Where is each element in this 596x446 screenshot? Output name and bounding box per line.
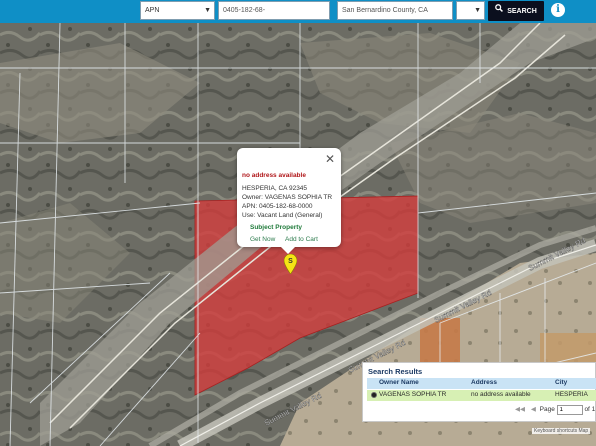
subject-property-link[interactable]: Subject Property	[250, 224, 302, 231]
location-input-value: San Bernardino County, CA	[342, 7, 428, 14]
results-table-header: Owner Name Address City	[367, 378, 596, 389]
extra-select[interactable]: ▼	[456, 1, 485, 20]
column-owner-name[interactable]: Owner Name	[379, 379, 419, 386]
popup-city: HESPERIA, CA 92345	[242, 185, 308, 192]
apn-input[interactable]: 0405-182-68-	[218, 1, 330, 20]
popup-owner: Owner: VAGENAS SOPHIA TR	[242, 194, 333, 201]
row-owner: VAGENAS SOPHIA TR	[379, 391, 447, 398]
popup-apn: APN: 0405-182-68-0000	[242, 203, 313, 210]
popup-use: Use: Vacant Land (General)	[242, 212, 323, 219]
row-address: no address available	[471, 391, 531, 398]
info-icon[interactable]: i	[551, 3, 565, 17]
page-of-label: of 1	[584, 406, 596, 413]
row-city: HESPERIA	[555, 391, 588, 398]
results-pager: ◀◀ ◀ Page of 1	[513, 405, 595, 415]
apn-input-value: 0405-182-68-	[223, 7, 266, 14]
page-number-input[interactable]	[556, 405, 583, 415]
search-results-heading: Search Results	[368, 367, 423, 376]
row-select-radio[interactable]	[371, 392, 377, 398]
search-type-select[interactable]: APN ▼	[140, 1, 215, 20]
column-city[interactable]: City	[555, 379, 567, 386]
search-type-value: APN	[145, 7, 160, 14]
location-input[interactable]: San Bernardino County, CA	[337, 1, 453, 20]
table-row[interactable]: VAGENAS SOPHIA TR no address available H…	[367, 390, 596, 401]
search-results-panel: Search Results Owner Name Address City V…	[362, 362, 596, 422]
chevron-down-icon: ▼	[204, 7, 211, 14]
search-button[interactable]: SEARCH	[488, 1, 544, 21]
parcel-popup: ✕ no address available HESPERIA, CA 9234…	[237, 148, 341, 254]
map-attribution[interactable]: Keyboard shortcuts Map	[532, 428, 591, 434]
search-button-label: SEARCH	[507, 7, 537, 15]
prev-page-icon[interactable]: ◀	[531, 406, 536, 413]
get-now-link[interactable]: Get Now	[250, 236, 275, 243]
first-page-icon[interactable]: ◀◀	[515, 406, 525, 413]
page-label: Page	[539, 406, 555, 413]
close-icon[interactable]: ✕	[325, 153, 335, 165]
top-toolbar: APN ▼ 0405-182-68- San Bernardino County…	[0, 0, 596, 23]
column-address[interactable]: Address	[471, 379, 497, 386]
popup-title: no address available	[242, 172, 306, 179]
chevron-down-icon: ▼	[474, 7, 481, 14]
map-pin-icon[interactable]: S	[283, 253, 298, 275]
map-pin-label: S	[288, 258, 293, 265]
add-to-cart-link[interactable]: Add to Cart	[285, 236, 318, 243]
search-icon	[495, 1, 504, 21]
